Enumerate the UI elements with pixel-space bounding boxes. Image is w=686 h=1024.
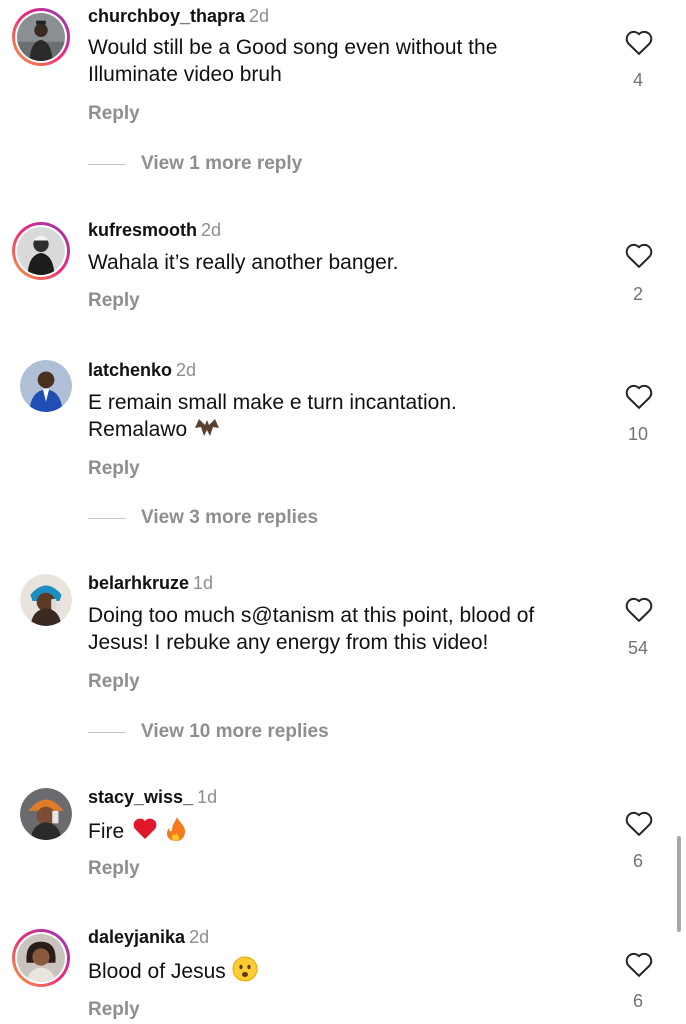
view-more-label: View 1 more reply bbox=[141, 153, 303, 174]
username[interactable]: churchboy_thapra bbox=[88, 6, 245, 26]
like-count: 6 bbox=[632, 851, 643, 871]
heart-icon[interactable] bbox=[624, 28, 654, 56]
avatar-photo bbox=[17, 13, 65, 61]
comment-time: 2d bbox=[176, 360, 197, 380]
comment-text: Doing too much s@tanism at this point, b… bbox=[88, 604, 535, 654]
comment-text: Wahala it’s really another banger. bbox=[88, 251, 399, 274]
comment-text: Fire bbox=[88, 816, 588, 849]
avatar[interactable] bbox=[20, 360, 72, 412]
like-count: 6 bbox=[632, 991, 643, 1011]
reply-button[interactable]: Reply bbox=[88, 290, 140, 312]
comment-time: 2d bbox=[201, 220, 222, 240]
comment-text-content: Fire bbox=[88, 820, 125, 843]
heart-icon[interactable] bbox=[624, 382, 654, 410]
comment-header: kufresmooth 2d bbox=[88, 219, 221, 241]
bat-emoji bbox=[195, 419, 220, 436]
like-count: 2 bbox=[632, 284, 643, 304]
divider-line bbox=[88, 163, 126, 165]
heart-icon[interactable] bbox=[624, 950, 654, 978]
comment-text: Would still be a Good song even without … bbox=[88, 36, 498, 86]
view-more-replies[interactable]: View 10 more replies bbox=[88, 720, 329, 744]
comment-header: stacy_wiss_ 1d bbox=[88, 786, 217, 808]
comment-header: belarhkruze 1d bbox=[88, 572, 213, 594]
avatar[interactable] bbox=[12, 8, 70, 66]
comment-text: E remain small make e turn incantation. … bbox=[88, 389, 518, 443]
avatar-photo bbox=[17, 227, 65, 275]
reply-button[interactable]: Reply bbox=[88, 103, 140, 125]
avatar[interactable] bbox=[20, 574, 72, 626]
username[interactable]: daleyjanika bbox=[88, 927, 185, 947]
heart-icon[interactable] bbox=[624, 595, 654, 623]
comment-text: Blood of Jesus bbox=[88, 956, 588, 985]
frowning-emoji bbox=[232, 956, 258, 982]
comment-header: daleyjanika 2d bbox=[88, 926, 209, 948]
avatar-photo bbox=[20, 788, 72, 840]
username[interactable]: belarhkruze bbox=[88, 573, 189, 593]
scrollbar[interactable] bbox=[677, 836, 681, 932]
divider-line bbox=[88, 731, 126, 733]
reply-button[interactable]: Reply bbox=[88, 858, 140, 880]
username[interactable]: kufresmooth bbox=[88, 220, 197, 240]
username[interactable]: latchenko bbox=[88, 360, 172, 380]
like-count: 10 bbox=[627, 424, 649, 444]
comment-text-content: Blood of Jesus bbox=[88, 960, 226, 983]
comment-time: 2d bbox=[189, 927, 210, 947]
view-more-replies[interactable]: View 3 more replies bbox=[88, 506, 318, 530]
username[interactable]: stacy_wiss_ bbox=[88, 787, 193, 807]
avatar[interactable] bbox=[12, 929, 70, 987]
comment-header: latchenko 2d bbox=[88, 359, 196, 381]
comment-time: 1d bbox=[193, 573, 214, 593]
like-count: 4 bbox=[632, 70, 643, 90]
avatar[interactable] bbox=[12, 222, 70, 280]
view-more-replies[interactable]: View 1 more reply bbox=[88, 152, 302, 176]
view-more-label: View 3 more replies bbox=[141, 507, 319, 528]
reply-button[interactable]: Reply bbox=[88, 671, 140, 693]
heart-icon[interactable] bbox=[624, 241, 654, 269]
comment-text-content: E remain small make e turn incantation. … bbox=[88, 391, 457, 441]
divider-line bbox=[88, 517, 126, 519]
reply-button[interactable]: Reply bbox=[88, 458, 140, 480]
like-count: 54 bbox=[627, 638, 649, 658]
comment-time: 1d bbox=[197, 787, 218, 807]
comment-time: 2d bbox=[249, 6, 270, 26]
reply-button[interactable]: Reply bbox=[88, 999, 140, 1021]
heart-fire-emoji bbox=[132, 816, 190, 849]
heart-icon[interactable] bbox=[624, 809, 654, 837]
avatar-photo bbox=[20, 360, 72, 412]
avatar-photo bbox=[17, 934, 65, 982]
avatar-photo bbox=[20, 574, 72, 626]
comment-header: churchboy_thapra 2d bbox=[88, 5, 269, 27]
avatar[interactable] bbox=[20, 788, 72, 840]
view-more-label: View 10 more replies bbox=[141, 721, 329, 742]
